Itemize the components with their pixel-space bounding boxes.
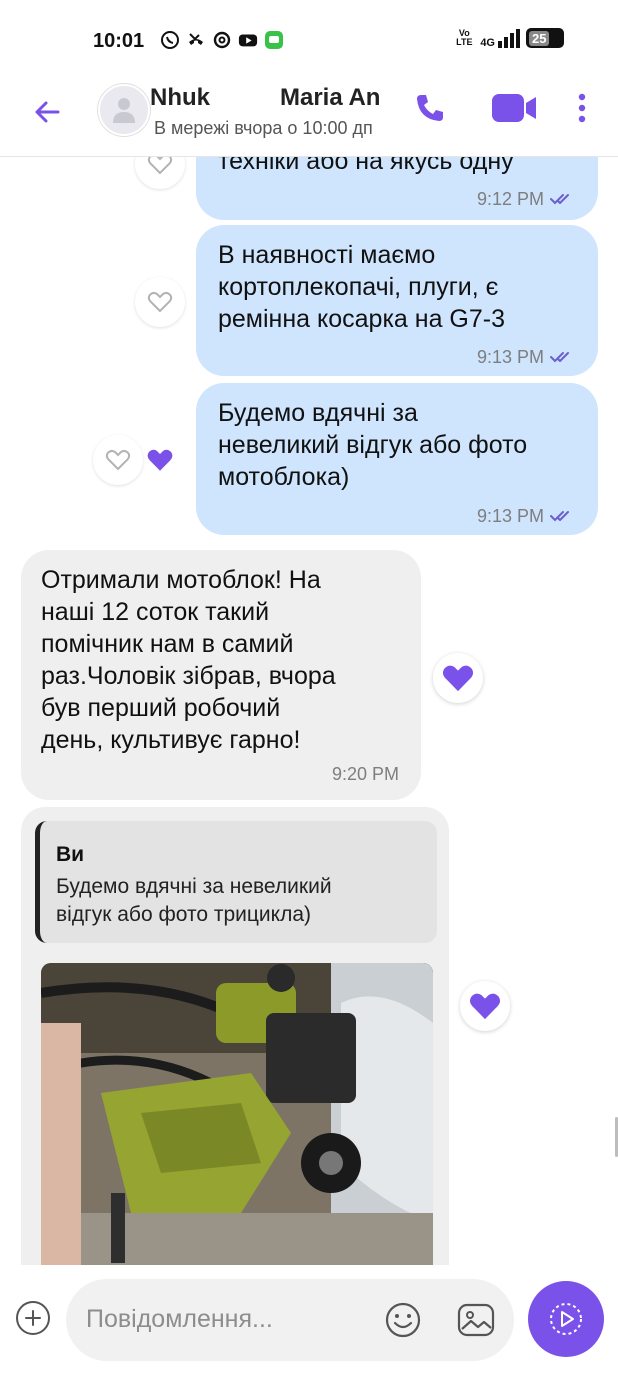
message-text: В наявності маємо кортоплекопачі, плуги,… — [218, 241, 506, 333]
smiley-icon — [385, 1302, 421, 1338]
chat-header: Nhuk Maria An В мережі вчора о 10:00 дп — [0, 80, 618, 157]
like-button[interactable] — [460, 981, 510, 1031]
message-bubble-incoming[interactable]: Ви Будемо вдячні за невеликий відгук або… — [21, 807, 449, 1265]
image-sticker-icon — [457, 1303, 495, 1337]
volte-indicator: Vo LTE — [456, 28, 473, 47]
like-button[interactable] — [135, 277, 185, 327]
quote-text: Будемо вдячні за невеликий відгук або фо… — [56, 875, 332, 926]
more-vertical-icon — [578, 93, 586, 123]
like-button[interactable] — [93, 435, 143, 485]
heart-filled-icon — [442, 665, 474, 692]
send-icon — [550, 1303, 582, 1335]
battery-icon: 25 — [526, 28, 564, 48]
message-meta: 9:13 PM — [477, 341, 576, 373]
attach-button[interactable] — [16, 1301, 50, 1335]
signal-bars-icon — [498, 28, 520, 48]
emoji-button[interactable] — [384, 1301, 422, 1339]
back-arrow-icon — [35, 101, 60, 123]
read-ticks-icon — [550, 194, 569, 205]
phone-icon — [417, 95, 443, 121]
message-bubble-outgoing[interactable]: техніки або на якусь одну 9:12 PM — [196, 157, 598, 220]
more-options-button[interactable] — [570, 88, 594, 128]
system-indicators: Vo LTE 4G 25 — [454, 28, 564, 49]
message-meta: 9:12 PM — [477, 183, 576, 215]
notification-icons — [160, 30, 284, 50]
back-button[interactable] — [28, 92, 68, 132]
quoted-message[interactable]: Ви Будемо вдячні за невеликий відгук або… — [35, 821, 437, 943]
message-input-container — [66, 1279, 514, 1361]
message-input[interactable] — [86, 1299, 376, 1339]
viber-icon — [160, 30, 180, 50]
message-bubble-outgoing[interactable]: В наявності маємо кортоплекопачі, плуги,… — [196, 225, 598, 376]
send-button[interactable] — [528, 1281, 604, 1357]
message-bubble-outgoing[interactable]: Будемо вдячні за невеликий відгук або фо… — [196, 383, 598, 535]
message-time: 9:13 PM — [476, 347, 544, 367]
like-button[interactable] — [135, 157, 185, 189]
status-bar: 10:01 Vo LTE 4G 25 — [0, 0, 618, 80]
message-text: техніки або на якусь одну — [218, 157, 514, 175]
read-ticks-icon — [550, 511, 569, 522]
motoblock-photo — [41, 963, 433, 1265]
message-bubble-incoming[interactable]: Отримали мотоблок! На наші 12 соток таки… — [21, 550, 421, 800]
heart-filled-icon — [147, 449, 173, 471]
read-ticks-icon — [550, 352, 569, 363]
message-meta: 9:13 PM — [477, 500, 576, 532]
like-button[interactable] — [433, 653, 483, 703]
network-type: 4G — [480, 37, 495, 49]
plus-icon — [25, 1310, 41, 1326]
contact-name: Maria An — [280, 84, 381, 111]
avatar[interactable] — [98, 84, 150, 136]
heart-outline-icon — [147, 291, 173, 313]
signal-indicator: 4G — [480, 28, 520, 49]
heart-filled-icon — [469, 993, 501, 1020]
gallery-button[interactable] — [456, 1301, 496, 1339]
video-call-button[interactable] — [488, 88, 540, 128]
message-time: 9:13 PM — [476, 506, 544, 526]
quote-author: Ви — [56, 843, 85, 866]
message-list[interactable]: техніки або на якусь одну 9:12 PM В наяв… — [0, 157, 618, 1265]
messages-icon — [264, 30, 284, 50]
battery-level: 25 — [529, 30, 550, 46]
heart-outline-icon — [147, 157, 173, 175]
status-time: 10:01 — [93, 30, 145, 52]
message-time: 9:12 PM — [476, 189, 544, 209]
missed-call-icon — [186, 30, 206, 50]
youtube-icon — [238, 30, 258, 50]
like-reaction — [146, 447, 176, 473]
video-camera-icon — [492, 94, 536, 122]
contact-info[interactable]: Nhuk Maria An В мережі вчора о 10:00 дп — [150, 84, 388, 140]
last-seen-status: В мережі вчора о 10:00 дп — [154, 118, 373, 138]
message-text: Будемо вдячні за невеликий відгук або фо… — [218, 399, 528, 491]
heart-outline-icon — [105, 449, 131, 471]
message-meta: 9:20 PM — [332, 758, 399, 790]
person-icon — [113, 98, 135, 123]
threads-icon — [212, 30, 232, 50]
contact-nickname: Nhuk — [150, 84, 210, 111]
message-photo[interactable] — [41, 963, 433, 1265]
message-time: 9:20 PM — [331, 764, 399, 784]
message-text: Отримали мотоблок! На наші 12 соток таки… — [41, 566, 336, 754]
message-composer — [0, 1265, 618, 1374]
call-button[interactable] — [408, 88, 452, 128]
